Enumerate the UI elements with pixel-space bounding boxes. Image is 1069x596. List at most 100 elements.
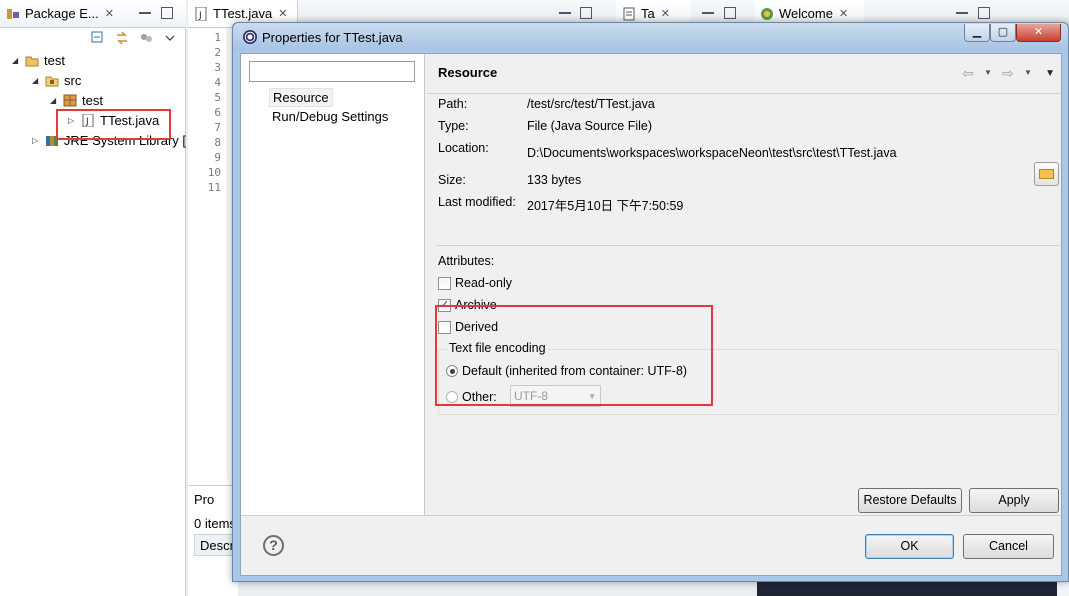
problems-count: 0 items [194, 516, 236, 531]
problems-panel: Pro 0 items Descr [188, 485, 238, 596]
link-with-editor-icon[interactable] [115, 31, 129, 45]
expanded-arrow-icon[interactable]: ◢ [12, 56, 22, 65]
maximize-welcome-icon[interactable] [978, 7, 990, 19]
restore-defaults-button[interactable]: Restore Defaults [858, 488, 962, 513]
tree-item-package[interactable]: ◢ test [0, 90, 186, 110]
window-close-button[interactable]: ✕ [1016, 24, 1061, 42]
close-icon[interactable]: ✕ [105, 7, 114, 20]
tree-item-project[interactable]: ◢ test [0, 50, 186, 70]
forward-dropdown-icon[interactable]: ▼ [1024, 68, 1032, 77]
separator [436, 245, 1060, 246]
line-number-gutter: 1 2 3 4 5 6 7 8 9 10 11 [188, 28, 228, 478]
nav-item-resource[interactable]: Resource [269, 88, 333, 107]
tasks-icon [622, 7, 636, 21]
editor-tab-label: TTest.java [213, 6, 273, 21]
package-explorer-panel: Package E... ✕ ◢ test ◢ src ◢ test ▷ J T… [0, 0, 186, 596]
package-icon [63, 94, 77, 107]
tree-label-package: test [82, 92, 103, 108]
close-icon[interactable]: ✕ [839, 7, 848, 20]
tree-label-src: src [64, 72, 82, 88]
line-number: 6 [214, 106, 221, 119]
welcome-icon [760, 7, 774, 21]
path-value: /test/src/test/TTest.java [527, 97, 655, 111]
window-minimize-button[interactable]: ▁ [964, 24, 990, 42]
maximize-editor-icon[interactable] [580, 7, 592, 19]
source-folder-icon [45, 74, 59, 87]
size-label: Size: [438, 173, 466, 187]
welcome-tab-label: Welcome [779, 6, 833, 21]
maximize-view-icon[interactable] [161, 7, 173, 19]
collapse-all-icon[interactable] [91, 31, 105, 45]
resource-page: Resource ⇦ ▼ ⇨ ▼ ▼ Path: /test/src/test/… [426, 54, 1061, 515]
nav-item-run-debug-settings[interactable]: Run/Debug Settings [269, 108, 391, 125]
size-value: 133 bytes [527, 173, 582, 187]
line-number: 8 [214, 136, 221, 149]
readonly-label: Read-only [455, 276, 512, 290]
location-value: D:\Documents\workspaces\workspaceNeon\te… [527, 146, 897, 160]
svg-text:J: J [198, 11, 202, 21]
apply-button[interactable]: Apply [969, 488, 1059, 513]
close-icon[interactable]: ✕ [661, 7, 670, 20]
back-dropdown-icon[interactable]: ▼ [984, 68, 992, 77]
line-number: 2 [214, 46, 221, 59]
view-menu-icon[interactable]: ▼ [1045, 68, 1055, 79]
expanded-arrow-icon[interactable]: ◢ [32, 76, 42, 85]
attributes-label: Attributes: [438, 254, 495, 268]
type-label: Type: [438, 119, 469, 133]
tree-label-project: test [44, 52, 65, 68]
forward-arrow-icon[interactable]: ⇨ [1002, 65, 1014, 82]
path-label: Path: [438, 97, 468, 111]
package-explorer-icon [6, 7, 20, 21]
view-menu-icon[interactable] [163, 31, 177, 45]
readonly-checkbox-row[interactable]: Read-only [438, 276, 512, 290]
back-arrow-icon[interactable]: ⇦ [962, 65, 974, 82]
minimize-tasks-icon[interactable] [702, 7, 714, 14]
line-number: 4 [214, 76, 221, 89]
problems-tab[interactable]: Pro [194, 492, 214, 507]
package-explorer-toolbar [91, 31, 177, 45]
line-number: 3 [214, 61, 221, 74]
properties-dialog: Properties for TTest.java ▁ ▢ ✕ Resource… [232, 22, 1069, 582]
tasks-tab-label: Ta [641, 6, 655, 21]
filter-input[interactable] [249, 61, 415, 82]
minimize-welcome-icon[interactable] [956, 7, 968, 14]
tree-item-src[interactable]: ◢ src [0, 70, 186, 90]
last-modified-label: Last modified: [438, 195, 516, 209]
line-number: 7 [214, 121, 221, 134]
expanded-arrow-icon[interactable]: ◢ [50, 96, 60, 105]
collapsed-arrow-icon[interactable]: ▷ [32, 136, 42, 145]
line-number: 10 [207, 166, 221, 179]
line-number: 9 [214, 151, 221, 164]
dialog-title: Properties for TTest.java [262, 30, 403, 45]
java-file-icon: J [194, 6, 208, 21]
dialog-button-bar: ? OK Cancel [241, 515, 1061, 575]
cancel-button[interactable]: Cancel [963, 534, 1054, 559]
ok-button[interactable]: OK [865, 534, 954, 559]
close-icon[interactable]: ✕ [278, 7, 287, 20]
preference-nav: Resource Run/Debug Settings [241, 54, 425, 515]
dialog-titlebar[interactable]: Properties for TTest.java ▁ ▢ ✕ [233, 23, 1068, 51]
filter-icon[interactable] [139, 31, 153, 45]
help-icon[interactable]: ? [263, 535, 284, 556]
file-highlight-box [56, 109, 171, 140]
line-number: 5 [214, 91, 221, 104]
eclipse-icon [243, 30, 257, 44]
page-header: Resource ⇦ ▼ ⇨ ▼ ▼ [426, 54, 1061, 94]
location-label: Location: [438, 141, 489, 155]
package-explorer-tab[interactable]: Package E... ✕ [0, 0, 186, 28]
minimize-view-icon[interactable] [139, 7, 151, 14]
maximize-tasks-icon[interactable] [724, 7, 736, 19]
project-folder-icon [25, 54, 39, 67]
package-explorer-tab-label: Package E... [25, 6, 99, 21]
encoding-highlight-box [435, 305, 713, 406]
minimize-editor-icon[interactable] [559, 7, 571, 14]
line-number: 11 [207, 181, 221, 194]
page-title: Resource [438, 65, 498, 80]
line-number: 1 [214, 31, 221, 44]
folder-icon [1039, 169, 1054, 179]
type-value: File (Java Source File) [527, 119, 653, 133]
show-in-system-explorer-button[interactable] [1034, 162, 1059, 186]
readonly-checkbox[interactable] [438, 276, 451, 290]
last-modified-value: 2017年5月10日 下午7:50:59 [527, 199, 684, 213]
window-maximize-button[interactable]: ▢ [990, 24, 1016, 42]
